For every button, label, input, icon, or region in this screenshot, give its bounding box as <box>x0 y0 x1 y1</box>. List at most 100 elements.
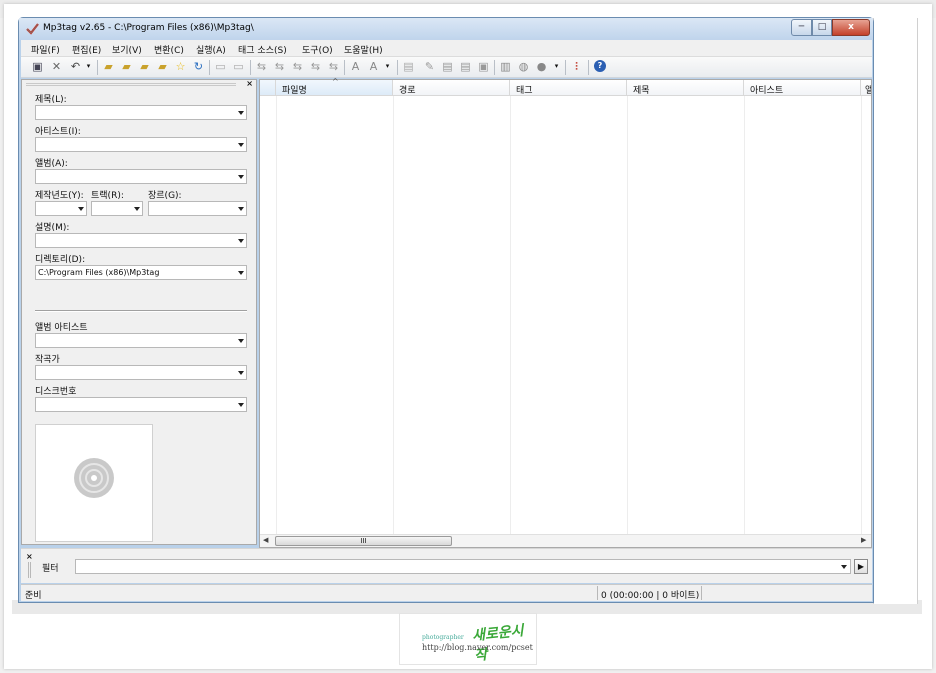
genre-label: 장르(G): <box>148 191 182 201</box>
favorite-star-icon[interactable]: ☆ <box>174 60 187 73</box>
case-convert-icon[interactable]: A <box>349 60 362 73</box>
actions-icon[interactable]: A <box>367 60 380 73</box>
options-icon[interactable]: ⫶ <box>570 60 583 73</box>
add-directory-icon[interactable]: ▰ <box>120 60 133 73</box>
web-icon[interactable]: ◍ <box>517 60 530 73</box>
tag-panel-close[interactable]: × <box>246 79 253 88</box>
album-cover[interactable] <box>35 424 153 542</box>
menu-tag-sources[interactable]: 태그 소스(S) <box>238 43 287 56</box>
chevron-down-icon <box>238 239 244 243</box>
menu-help[interactable]: 도움말(H) <box>344 43 383 56</box>
chevron-down-icon <box>238 371 244 375</box>
help-icon[interactable]: ? <box>594 60 606 72</box>
favorites-folder-icon[interactable]: ▰ <box>156 60 169 73</box>
filter-close[interactable]: × <box>26 552 33 561</box>
scroll-right-icon[interactable]: ▶ <box>861 536 866 544</box>
edit-icon[interactable]: ✎ <box>423 60 436 73</box>
chevron-down-icon <box>238 111 244 115</box>
status-file-count: 0 (00:00:00 | 0 바이트) <box>601 591 700 601</box>
undo-icon[interactable]: ↶ <box>69 60 82 73</box>
column-header-artist[interactable]: 아티스트 <box>744 80 861 96</box>
freedb-icon[interactable]: ▥ <box>499 60 512 73</box>
toolbar-separator <box>250 60 251 75</box>
disc-combo[interactable] <box>35 397 247 412</box>
web-icon-2[interactable]: ● <box>535 60 548 73</box>
title-label: 제목(L): <box>35 95 67 105</box>
directory-value: C:\Program Files (x86)\Mp3tag <box>38 268 160 277</box>
disc-label: 디스크번호 <box>35 387 77 397</box>
scrollbar-thumb[interactable]: III <box>275 536 452 546</box>
close-button[interactable]: x <box>832 19 870 36</box>
chevron-down-icon <box>238 143 244 147</box>
copy-tag-icon[interactable]: ▭ <box>214 60 227 73</box>
selected-playlist-icon[interactable]: ▤ <box>459 60 472 73</box>
toolbar-separator <box>97 60 98 75</box>
column-header-path[interactable]: 경로 <box>393 80 510 96</box>
year-label: 제작년도(Y): <box>35 191 84 201</box>
open-folder-icon[interactable]: ▰ <box>138 60 151 73</box>
chevron-down-icon <box>238 271 244 275</box>
year-combo[interactable] <box>35 201 87 216</box>
remove-tag-icon[interactable]: ✕ <box>50 60 63 73</box>
track-combo[interactable] <box>91 201 143 216</box>
genre-combo[interactable] <box>148 201 247 216</box>
album-combo[interactable] <box>35 169 247 184</box>
row-indicator-header <box>260 80 276 96</box>
export-icon[interactable]: ▤ <box>402 60 415 73</box>
menu-convert[interactable]: 변환(C) <box>154 43 184 56</box>
tag-tag-icon[interactable]: ⇆ <box>327 60 340 73</box>
toolbar-separator <box>565 60 566 75</box>
tag-filename-icon[interactable]: ⇆ <box>255 60 268 73</box>
file-list[interactable]: 파일명 ^ 경로 태그 제목 아티스트 앨 ◀ III ▶ <box>259 77 872 548</box>
column-label: 제목 <box>633 86 650 96</box>
directory-combo[interactable]: C:\Program Files (x86)\Mp3tag <box>35 265 247 280</box>
album-artist-combo[interactable] <box>35 333 247 348</box>
column-header-title[interactable]: 제목 <box>627 80 744 96</box>
playlist-icon[interactable]: ▤ <box>441 60 454 73</box>
filter-input[interactable] <box>75 559 851 574</box>
chevron-down-icon[interactable] <box>841 565 847 569</box>
maximize-button[interactable]: □ <box>812 19 832 36</box>
column-line <box>744 96 745 534</box>
menu-bar: 파일(F) 편집(E) 보기(V) 변환(C) 실행(A) 태그 소스(S) 도… <box>21 40 872 57</box>
comment-combo[interactable] <box>35 233 247 248</box>
column-line <box>627 96 628 534</box>
artist-combo[interactable] <box>35 137 247 152</box>
horizontal-scrollbar[interactable]: ◀ III ▶ <box>260 534 871 547</box>
toolbar-separator <box>494 60 495 75</box>
chevron-down-icon <box>238 175 244 179</box>
dropdown-arrow-icon[interactable]: ▾ <box>82 60 95 73</box>
save-icon[interactable]: ▣ <box>31 60 44 73</box>
column-header-album[interactable]: 앨 <box>861 80 871 96</box>
column-label: 경로 <box>399 86 416 96</box>
composer-combo[interactable] <box>35 365 247 380</box>
menu-tools[interactable]: 도구(O) <box>302 43 333 56</box>
refresh-icon[interactable]: ↻ <box>192 60 205 73</box>
menu-edit[interactable]: 편집(E) <box>72 43 101 56</box>
toolbar: ▣ ✕ ↶ ▾ ▰ ▰ ▰ ▰ ☆ ↻ ▭ ▭ ⇆ ⇆ ⇆ ⇆ ⇆ A A ▾ … <box>21 57 872 78</box>
filename-filename-icon[interactable]: ⇆ <box>291 60 304 73</box>
text-tag-icon[interactable]: ⇆ <box>309 60 322 73</box>
column-label: 파일명 <box>282 86 307 96</box>
paste-tag-icon[interactable]: ▭ <box>232 60 245 73</box>
menu-actions[interactable]: 실행(A) <box>196 43 226 56</box>
actions-dropdown-icon[interactable]: ▾ <box>381 60 394 73</box>
panel-divider <box>35 310 247 312</box>
title-combo[interactable] <box>35 105 247 120</box>
filter-go-button[interactable]: ▶ <box>854 559 868 574</box>
column-label: 태그 <box>516 86 533 96</box>
filter-grip <box>28 562 31 578</box>
web-dropdown-icon[interactable]: ▾ <box>550 60 563 73</box>
filename-tag-icon[interactable]: ⇆ <box>273 60 286 73</box>
minimize-button[interactable]: ─ <box>791 19 812 36</box>
select-all-icon[interactable]: ▣ <box>477 60 490 73</box>
menu-view[interactable]: 보기(V) <box>112 43 142 56</box>
column-header-tag[interactable]: 태그 <box>510 80 627 96</box>
column-header-filename[interactable]: 파일명 ^ <box>276 77 393 96</box>
album-artist-label: 앨범 아티스트 <box>35 323 88 333</box>
menu-file[interactable]: 파일(F) <box>31 43 60 56</box>
scroll-grip: III <box>360 537 367 545</box>
toolbar-separator <box>397 60 398 75</box>
change-directory-icon[interactable]: ▰ <box>102 60 115 73</box>
scroll-left-icon[interactable]: ◀ <box>263 536 268 544</box>
